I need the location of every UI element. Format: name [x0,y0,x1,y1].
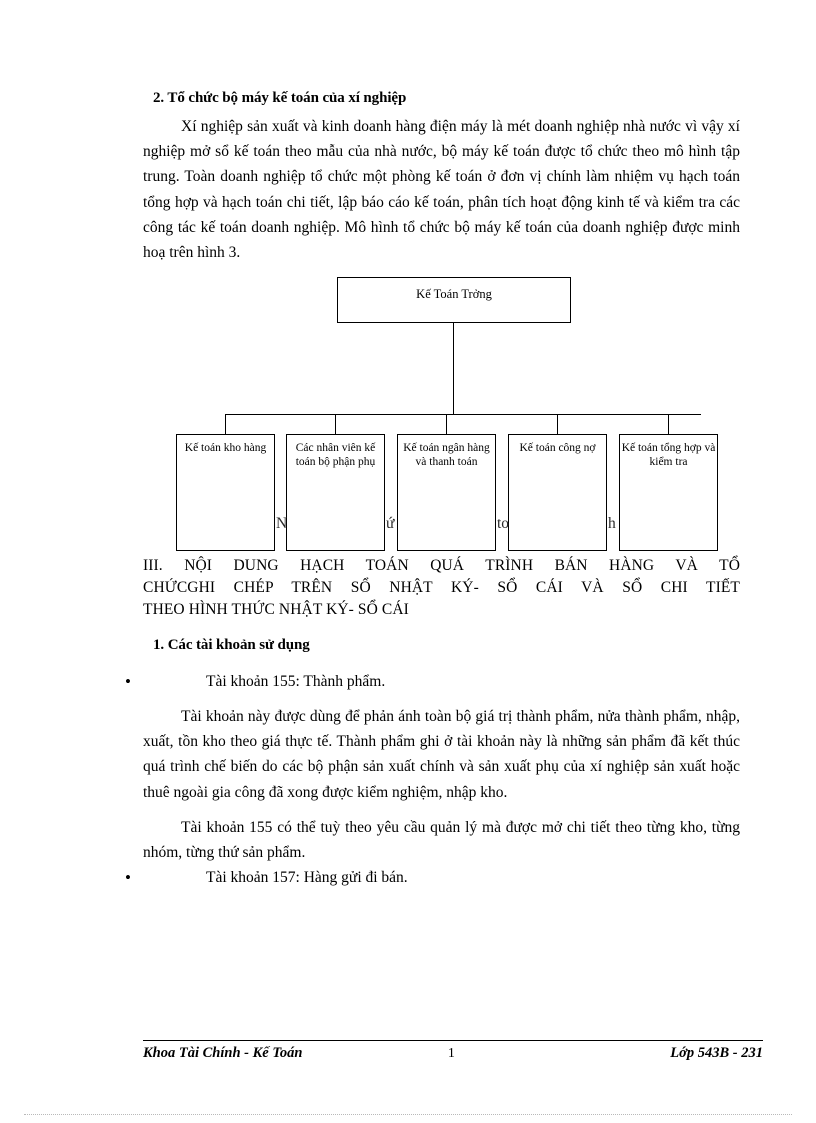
account-155-description: Tài khoản này được dùng để phản ánh toàn… [143,708,740,801]
list-item: • Tài khoản 155: Thành phẩm. [125,669,740,694]
org-node-leaf: Kế toán kho hàng [176,433,275,551]
org-node-leaf: Các nhân viên kế toán bộ phận phụ [286,433,385,551]
connector-drop-3 [446,413,447,434]
page-bottom-dotted-rule [24,1114,792,1115]
section-heading-2: 2. Tổ chức bộ máy kế toán của xí nghiệp [153,90,407,106]
footer-divider [143,1040,763,1041]
org-node-leaf-label: Kế toán kho hàng [184,441,267,454]
list-item-label: Tài khoản 157: Hàng gửi đi bán. [206,868,408,886]
occluded-text-fragment: N [276,515,287,532]
connector-drop-4 [557,413,558,434]
list-item-label: Tài khoản 155: Thành phẩm. [206,673,386,691]
org-node-leaf-label: Kế toán công nợ [519,441,596,454]
footer-class: Lớp 543B - 231 [670,1045,763,1061]
roman-heading-iii: III. NỘI DUNG HẠCH TOÁN QUÁ TRÌNH BÁN HÀ… [143,555,740,621]
org-chart: Kế Toán Trởng Kế toán kho hàng Các nhân … [143,265,740,555]
intro-paragraph: Xí nghiệp sản xuất và kinh doanh hàng đi… [143,118,740,261]
page-footer: Khoa Tài Chính - Kế Toán 1 Lớp 543B - 23… [143,1040,763,1062]
account-155-detail: Tài khoản 155 có thể tuỳ theo yêu cầu qu… [143,818,740,861]
connector-drop-5 [668,413,669,434]
accounts-section-heading: 1. Các tài khoản sử dụng [153,636,310,653]
occluded-text-fragment: h r [608,515,620,532]
roman-heading-line-1: III. NỘI DUNG HẠCH TOÁN QUÁ TRÌNH BÁN HÀ… [143,556,740,574]
connector-horizontal-bus [225,413,701,415]
org-node-root: Kế Toán Trởng [337,276,571,323]
footer-page-number: 1 [447,1046,455,1061]
connector-drop-1 [225,413,226,434]
footer-department: Khoa Tài Chính - Kế Toán [143,1045,303,1061]
org-node-root-label: Kế Toán Trởng [416,286,492,301]
document-page: 2. Tổ chức bộ máy kế toán của xí nghiệp … [0,0,816,1123]
roman-heading-line-2: CHỨCGHI CHÉP TRÊN SỔ NHẬT KÝ- SỔ CÁI VÀ … [143,578,740,596]
org-node-leaf: Kế toán công nợ [508,433,607,551]
page-content: 2. Tổ chức bộ máy kế toán của xí nghiệp … [125,88,740,890]
org-node-leaf-label: Kế toán ngân hàng và thanh toán [403,441,490,469]
org-node-leaf: Kế toán ngân hàng và thanh toán [397,433,496,551]
bullet-dot-icon: • [125,672,131,692]
roman-heading-line-3: THEO HÌNH THỨC NHẬT KÝ- SỔ CÁI [143,600,409,618]
connector-root-vertical [453,322,454,414]
connector-drop-2 [335,413,336,434]
occluded-text-fragment: ứ [386,515,395,532]
bullet-dot-icon: • [125,867,131,887]
org-node-leaf-label: Các nhân viên kế toán bộ phận phụ [295,441,376,469]
org-node-leaf-label: Kế toán tổng hợp và kiểm tra [621,441,716,469]
list-item: • Tài khoản 157: Hàng gửi đi bán. [125,865,740,890]
occluded-text-fragment: to [497,515,509,532]
org-node-leaf: Kế toán tổng hợp và kiểm tra [619,433,718,551]
